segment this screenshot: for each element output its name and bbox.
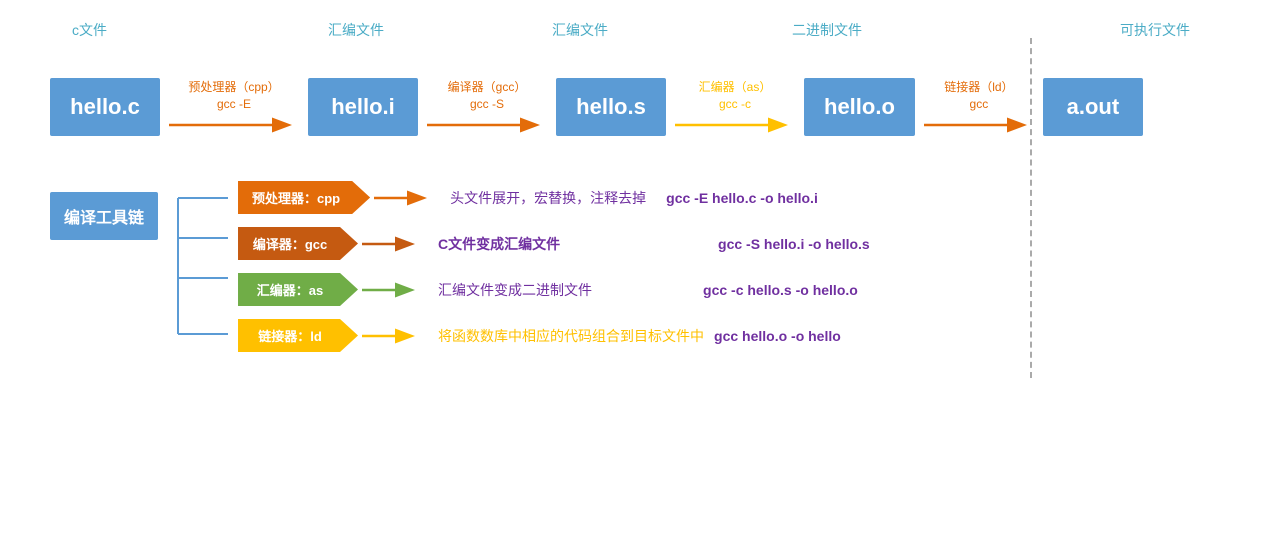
bottom-section: 编译工具链 预处理器：cpp xyxy=(30,172,1250,357)
arrow2-block: 编译器（gcc） gcc -S xyxy=(422,79,552,135)
hello-c-box: hello.c xyxy=(50,78,160,136)
tool2-desc: C文件变成汇编文件 xyxy=(438,234,618,254)
diagram-container: c文件 汇编文件 汇编文件 二进制文件 可执行文件 hello.c 预处理器（c… xyxy=(0,0,1280,544)
hello-o-box: hello.o xyxy=(804,78,915,136)
arrow3-svg xyxy=(675,115,795,135)
a-out-box: a.out xyxy=(1043,78,1143,136)
pipeline-row: hello.c 预处理器（cpp） gcc -E xyxy=(30,78,1250,136)
tool1-arrow-svg xyxy=(374,185,434,211)
tree-connector-svg xyxy=(158,176,238,356)
c-file-label: c文件 xyxy=(72,20,107,40)
arrow1-svg xyxy=(169,115,299,135)
arrow4-label: 链接器（ld） gcc xyxy=(944,79,1013,113)
tool-row-assembler: 汇编器：as 汇编文件变成二进制文件 gcc -c hello.s -o hel… xyxy=(238,273,870,306)
o-file-label: 二进制文件 xyxy=(792,20,862,40)
tool4-cmd: gcc hello.o -o hello xyxy=(714,328,841,344)
compiler-chain-box: 编译工具链 xyxy=(50,192,158,240)
arrow1-label: 预处理器（cpp） gcc -E xyxy=(188,79,279,113)
tool-linker-btn: 链接器：ld xyxy=(238,319,358,352)
tool3-desc: 汇编文件变成二进制文件 xyxy=(438,280,618,300)
arrow1-block: 预处理器（cpp） gcc -E xyxy=(164,79,304,135)
tool-preprocessor-btn: 预处理器：cpp xyxy=(238,181,370,214)
tool-compiler-btn: 编译器：gcc xyxy=(238,227,358,260)
tool4-arrow-svg xyxy=(362,323,422,349)
tool-row-preprocessor: 预处理器：cpp 头文件展开，宏替换，注释去掉 gcc -E hello.c -… xyxy=(238,181,870,214)
out-file-label: 可执行文件 xyxy=(1120,20,1190,40)
arrow4-block: 链接器（ld） gcc xyxy=(919,79,1039,135)
arrow2-label: 编译器（gcc） gcc -S xyxy=(448,79,527,113)
tool1-desc: 头文件展开，宏替换，注释去掉 xyxy=(450,188,646,208)
arrow3-label: 汇编器（as） gcc -c xyxy=(699,79,772,113)
top-wrapper: c文件 汇编文件 汇编文件 二进制文件 可执行文件 hello.c 预处理器（c… xyxy=(30,20,1250,136)
tool-assembler-btn: 汇编器：as xyxy=(238,273,358,306)
tool4-desc: 将函数数库中相应的代码组合到目标文件中 xyxy=(438,326,704,346)
tool-row-compiler: 编译器：gcc C文件变成汇编文件 gcc -S hello.i -o hell… xyxy=(238,227,870,260)
hello-i-box: hello.i xyxy=(308,78,418,136)
arrow3-block: 汇编器（as） gcc -c xyxy=(670,79,800,135)
arrow2-svg xyxy=(427,115,547,135)
arrow4-svg xyxy=(924,115,1034,135)
s-file-label: 汇编文件 xyxy=(552,20,608,40)
tool-list: 预处理器：cpp 头文件展开，宏替换，注释去掉 gcc -E hello.c -… xyxy=(238,176,870,357)
tool-row-linker: 链接器：ld 将函数数库中相应的代码组合到目标文件中 gcc hello.o -… xyxy=(238,319,870,352)
tool2-arrow-svg xyxy=(362,231,422,257)
tool3-arrow-svg xyxy=(362,277,422,303)
tool2-cmd: gcc -S hello.i -o hello.s xyxy=(718,236,870,252)
file-labels-row: c文件 汇编文件 汇编文件 二进制文件 可执行文件 xyxy=(30,20,1250,48)
tool3-cmd: gcc -c hello.s -o hello.o xyxy=(703,282,858,298)
tool1-cmd: gcc -E hello.c -o hello.i xyxy=(666,190,818,206)
i-file-label: 汇编文件 xyxy=(328,20,384,40)
hello-s-box: hello.s xyxy=(556,78,666,136)
